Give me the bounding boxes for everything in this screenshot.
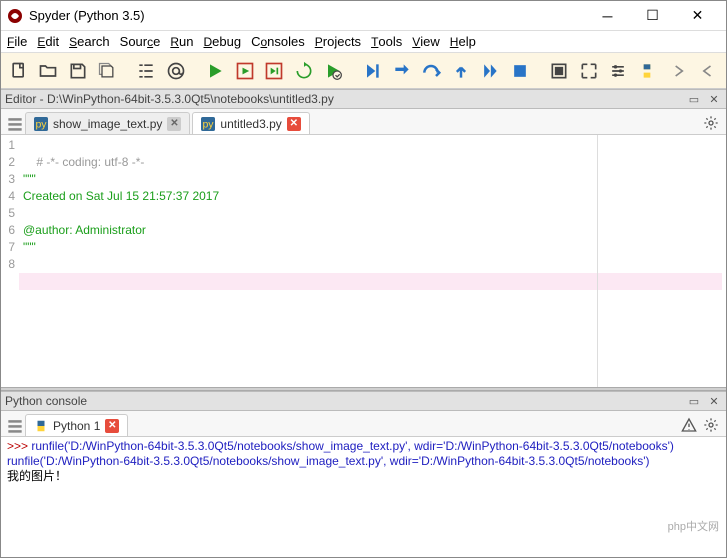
line-gutter: 1 2 3 4 5 6 7 8	[1, 135, 19, 387]
console-tab-list-button[interactable]	[5, 416, 25, 436]
minimize-button[interactable]: ─	[585, 2, 630, 30]
debug-over-button[interactable]	[418, 57, 445, 85]
console-undock-button[interactable]: ▭	[686, 393, 702, 409]
console-pane-title: Python console ▭ ✕	[1, 391, 726, 411]
pythonpath-button[interactable]	[634, 57, 661, 85]
code-line: # -*- coding: utf-8 -*-	[36, 155, 144, 169]
editor-close-button[interactable]: ✕	[706, 91, 722, 107]
run-again-button[interactable]	[290, 57, 317, 85]
menu-run[interactable]: Run	[170, 34, 193, 49]
menu-source[interactable]: Source	[120, 34, 161, 49]
app-icon	[7, 8, 23, 24]
at-button[interactable]	[162, 57, 189, 85]
svg-text:py: py	[203, 118, 215, 130]
tab-close-icon[interactable]: ✕	[287, 117, 301, 131]
console-options-button[interactable]	[700, 414, 722, 436]
maximize-pane-button[interactable]	[545, 57, 572, 85]
open-file-button[interactable]	[34, 57, 61, 85]
menu-bar: File Edit Search Source Run Debug Consol…	[1, 31, 726, 53]
new-file-button[interactable]	[5, 57, 32, 85]
python-file-icon: py	[201, 117, 215, 131]
toolbar-overflow-button[interactable]	[665, 57, 692, 85]
run-cell-button[interactable]	[231, 57, 258, 85]
editor-pane-title: Editor - D:\WinPython-64bit-3.5.3.0Qt5\n…	[1, 89, 726, 109]
menu-debug[interactable]: Debug	[204, 34, 242, 49]
menu-projects[interactable]: Projects	[315, 34, 361, 49]
editor-undock-button[interactable]: ▭	[686, 91, 702, 107]
code-line: @author: Administrator	[23, 223, 146, 237]
close-window-button[interactable]: ✕	[675, 2, 720, 30]
tab-show-image-text[interactable]: py show_image_text.py ✕	[25, 112, 190, 134]
tab-list-button[interactable]	[5, 114, 25, 134]
svg-text:py: py	[35, 118, 47, 130]
menu-file[interactable]: File	[7, 34, 27, 49]
menu-edit[interactable]: Edit	[37, 34, 59, 49]
save-button[interactable]	[64, 57, 91, 85]
tab-close-icon[interactable]: ✕	[167, 117, 181, 131]
python-console[interactable]: >>> runfile('D:/WinPython-64bit-3.5.3.0Q…	[1, 437, 726, 557]
back-button[interactable]	[695, 57, 722, 85]
code-area[interactable]: # -*- coding: utf-8 -*- """ Created on S…	[19, 135, 726, 387]
preferences-button[interactable]	[604, 57, 631, 85]
python-file-icon: py	[34, 117, 48, 131]
debug-into-button[interactable]	[388, 57, 415, 85]
console-prompt: >>>	[7, 439, 31, 453]
outline-button[interactable]	[133, 57, 160, 85]
debug-continue-button[interactable]	[477, 57, 504, 85]
save-all-button[interactable]	[93, 57, 120, 85]
tab-untitled3[interactable]: py untitled3.py ✕	[192, 112, 309, 134]
menu-search[interactable]: Search	[69, 34, 110, 49]
console-warning-icon[interactable]	[678, 414, 700, 436]
tab-label: untitled3.py	[220, 117, 281, 131]
editor-tab-bar: py show_image_text.py ✕ py untitled3.py …	[1, 109, 726, 135]
console-tab-python1[interactable]: Python 1 ✕	[25, 414, 128, 436]
debug-out-button[interactable]	[447, 57, 474, 85]
code-line: """	[23, 172, 36, 186]
code-editor[interactable]: 1 2 3 4 5 6 7 8 # -*- coding: utf-8 -*- …	[1, 135, 726, 387]
run-button[interactable]	[202, 57, 229, 85]
editor-pane-path: Editor - D:\WinPython-64bit-3.5.3.0Qt5\n…	[5, 92, 334, 106]
debug-step-button[interactable]	[359, 57, 386, 85]
title-bar: Spyder (Python 3.5) ─ ☐ ✕	[1, 1, 726, 31]
tab-label: show_image_text.py	[53, 117, 162, 131]
maximize-button[interactable]: ☐	[630, 2, 675, 30]
console-pane-label: Python console	[5, 394, 87, 408]
fullscreen-button[interactable]	[575, 57, 602, 85]
console-line: runfile('D:/WinPython-64bit-3.5.3.0Qt5/n…	[7, 454, 650, 468]
debug-stop-button[interactable]	[506, 57, 533, 85]
menu-view[interactable]: View	[412, 34, 440, 49]
console-output[interactable]: >>> runfile('D:/WinPython-64bit-3.5.3.0Q…	[1, 437, 726, 557]
console-line: 我的图片！	[7, 469, 67, 483]
tab-close-icon[interactable]: ✕	[105, 419, 119, 433]
code-line-current	[19, 273, 722, 290]
code-line: """	[23, 240, 36, 254]
run-config-button[interactable]	[319, 57, 346, 85]
python-icon	[34, 419, 48, 433]
menu-consoles[interactable]: Consoles	[251, 34, 305, 49]
menu-tools[interactable]: Tools	[371, 34, 402, 49]
run-cell-advance-button[interactable]	[260, 57, 287, 85]
editor-options-button[interactable]	[700, 112, 722, 134]
column-ruler	[597, 135, 598, 387]
console-tab-bar: Python 1 ✕	[1, 411, 726, 437]
window-title: Spyder (Python 3.5)	[29, 8, 585, 23]
console-line: runfile('D:/WinPython-64bit-3.5.3.0Qt5/n…	[31, 439, 674, 453]
code-line: Created on Sat Jul 15 21:57:37 2017	[23, 189, 219, 203]
main-toolbar	[1, 53, 726, 89]
console-close-button[interactable]: ✕	[706, 393, 722, 409]
console-tab-label: Python 1	[53, 419, 100, 433]
menu-help[interactable]: Help	[450, 34, 476, 49]
